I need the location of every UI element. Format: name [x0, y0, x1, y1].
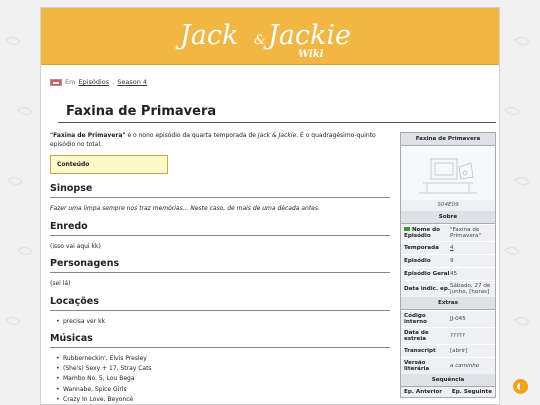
infobox-row: Data de estreia ????? [401, 327, 495, 344]
section-heading-personagens: Personagens [50, 257, 390, 274]
musicas-list: Rubberneckin', Elvis Presley (She's) Sex… [50, 355, 390, 404]
wiki-logo[interactable]: Jack & Jackie Wiki [170, 11, 370, 61]
infobox-row: Temporada 4 [401, 241, 495, 254]
breadcrumb-link-episodios[interactable]: Episódios [78, 78, 109, 86]
episode-sketch [419, 158, 477, 194]
theme-toggle-button[interactable] [513, 379, 528, 394]
flag-icon [50, 78, 62, 86]
theme-toggle-icon [517, 383, 524, 390]
section-heading-enredo: Enredo [50, 220, 390, 236]
infobox-row: Transcript [abrir] [401, 344, 495, 357]
infobox-title: Faxina de Primavera [401, 133, 495, 146]
transcript-link[interactable]: [abrir] [450, 348, 492, 354]
wiki-page: Jack & Jackie Wiki Em Episódios, Season … [40, 7, 500, 405]
infobox-row: Versão literária a caminho [401, 357, 495, 374]
logo-ampersand: & [254, 33, 266, 48]
page-content: Em Episódios, Season 4 Faxina de Primave… [50, 78, 496, 404]
list-item: Mambo No. 5, Lou Bega [56, 375, 390, 384]
personagens-text: (sei lá) [50, 280, 71, 288]
intro-bold: "Faxina de Primavera" [50, 132, 126, 139]
infobox-row: Código interno JJ-045 [401, 310, 495, 327]
infobox: Faxina de Primavera S04E09 Sobre Nome do… [400, 132, 496, 398]
section-heading-sinopse: Sinopse [50, 182, 390, 199]
breadcrumb-link-season[interactable]: Season 4 [117, 78, 147, 86]
table-of-contents[interactable]: Conteúdo [50, 155, 168, 175]
infobox-section-extras: Extras [401, 297, 495, 310]
episode-image[interactable] [401, 146, 495, 200]
list-item: Crazy In Love, Beyoncé [56, 396, 390, 404]
section-heading-musicas: Músicas [50, 332, 390, 348]
season-link[interactable]: 4 [450, 245, 492, 251]
locacoes-list: precisa ver kk [50, 318, 390, 327]
list-item: precisa ver kk [56, 318, 390, 327]
list-item: Rubberneckin', Elvis Presley [56, 355, 390, 364]
enredo-text: (isso vai aqui kk) [50, 242, 101, 250]
wiki-header: Jack & Jackie Wiki [41, 8, 499, 65]
infobox-row: Episódio Geral 45 [401, 267, 495, 280]
logo-text-jack: Jack [175, 20, 238, 51]
list-item: Wannabe, Spice Girls [56, 386, 390, 395]
list-item: (She's) Sexy + 17, Stray Cats [56, 365, 390, 374]
section-heading-locacoes: Locações [50, 295, 390, 311]
infobox-section-about: Sobre [401, 211, 495, 224]
infobox-row: Data indic. ep. Sábado, 27 de junho, [ho… [401, 280, 495, 297]
prev-episode-link[interactable]: Ep. Anterior [404, 389, 442, 395]
infobox-row: Episódio 9 [401, 254, 495, 267]
infobox-caption: S04E09 [437, 202, 459, 208]
logo-text-wiki: Wiki [298, 49, 324, 60]
intro-paragraph: "Faxina de Primavera" é o nono episódio … [50, 132, 376, 148]
next-episode-link[interactable]: Ep. Seguinte [452, 389, 492, 395]
logo-text-jackie: Jackie [263, 20, 351, 51]
page-title: Faxina de Primavera [58, 104, 496, 123]
show-name: Jack & Jackie [257, 132, 297, 139]
breadcrumb: Em Episódios, Season 4 [50, 78, 496, 86]
sinopse-text: Fazer uma limpa sempre nos traz memórias… [50, 205, 320, 213]
episode-navigation: Ep. Anterior Ep. Seguinte [401, 387, 495, 397]
article-body: "Faxina de Primavera" é o nono episódio … [50, 132, 390, 404]
breadcrumb-prefix: Em [65, 78, 76, 86]
infobox-section-sequence: Sequência [401, 374, 495, 387]
infobox-row: Nome do Episódio "Faxina de Primavera" [401, 224, 495, 241]
flag-icon [404, 227, 410, 231]
